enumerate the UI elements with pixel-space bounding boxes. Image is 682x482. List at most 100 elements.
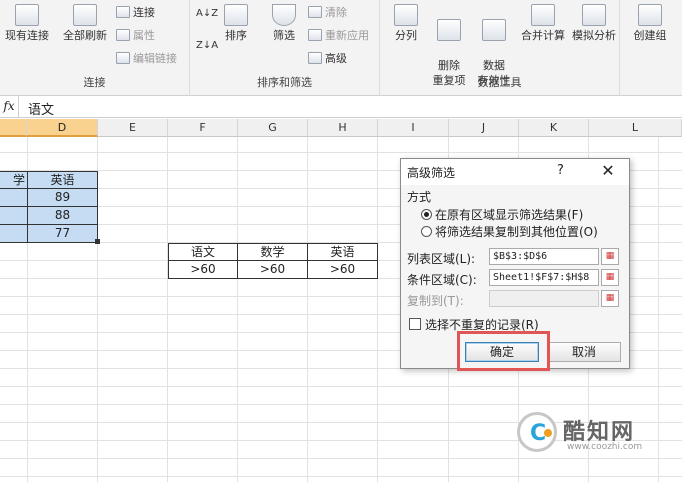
criteria-range-picker-icon[interactable]: ▦: [601, 269, 619, 286]
sort-filter-group: A↓Z Z↓A 排序 筛选 清除 重新应用 高级 排序和筛选: [190, 0, 380, 96]
sort-icon: [224, 4, 248, 26]
consolidate-button[interactable]: 合并计算: [518, 4, 568, 43]
table-cell[interactable]: [0, 207, 28, 225]
refresh-all-button[interactable]: 全部刷新: [58, 4, 112, 43]
radio-filter-in-place-label[interactable]: 在原有区域显示筛选结果(F): [435, 206, 583, 223]
copy-to-input[interactable]: [489, 290, 599, 307]
column-header-f[interactable]: F: [168, 119, 238, 137]
criteria-header-cell[interactable]: 数学: [238, 243, 308, 261]
reapply-button[interactable]: 重新应用: [308, 27, 369, 43]
fill-handle[interactable]: [95, 239, 100, 244]
grid-line: [0, 458, 682, 459]
criteria-range-input[interactable]: Sheet1!$F$7:$H$8: [489, 269, 599, 286]
existing-connections-button[interactable]: 现有连接: [0, 4, 54, 43]
ok-button[interactable]: 确定: [465, 342, 539, 362]
close-icon[interactable]: ✕: [597, 161, 619, 180]
list-range-picker-icon[interactable]: ▦: [601, 248, 619, 265]
formula-bar: fx 语文: [0, 96, 682, 118]
sort-desc-icon: Z↓A: [196, 40, 219, 51]
table-cell[interactable]: [0, 189, 28, 207]
sort-asc-icon: A↓Z: [196, 8, 219, 19]
grid-line: [0, 404, 682, 405]
advanced-filter-button[interactable]: 高级: [308, 50, 347, 66]
dialog-title: 高级筛选: [407, 166, 456, 180]
create-group-button[interactable]: 创建组: [626, 4, 674, 43]
column-header-j[interactable]: J: [449, 119, 519, 137]
grid-line: [0, 386, 682, 387]
watermark: C 酷知网 www.coozhi.com: [515, 410, 655, 458]
connections-group-label: 连接: [83, 76, 106, 89]
text-to-columns-button[interactable]: 分列: [386, 4, 426, 43]
data-tools-group-label: 数据工具: [477, 76, 522, 89]
existing-connections-icon: [15, 4, 39, 26]
sort-asc-button[interactable]: A↓Z: [196, 8, 218, 19]
outline-group: 创建组: [620, 0, 682, 96]
watermark-logo-icon: C: [517, 412, 557, 452]
connections-group: 现有连接 全部刷新 连接 属性 编辑链接 连接: [0, 0, 190, 96]
text-to-columns-icon: [394, 4, 418, 26]
watermark-url: www.coozhi.com: [567, 442, 643, 452]
ribbon: 现有连接 全部刷新 连接 属性 编辑链接 连接 A↓Z Z↓A 排序 筛选 清除…: [0, 0, 682, 96]
dialog-title-bar[interactable]: 高级筛选 ? ✕: [401, 159, 629, 185]
fx-icon[interactable]: fx: [0, 99, 18, 113]
column-header-g[interactable]: G: [238, 119, 308, 137]
column-header-partial[interactable]: [0, 119, 27, 137]
column-header-l[interactable]: L: [589, 119, 682, 137]
column-header-k[interactable]: K: [519, 119, 589, 137]
data-tools-group: 分列 删除 重复项 数据 有效性 合并计算 模拟分析 数据工具: [380, 0, 620, 96]
column-header-h[interactable]: H: [308, 119, 378, 137]
clear-filter-icon: [308, 6, 322, 18]
advanced-filter-icon: [308, 52, 322, 64]
help-icon[interactable]: ?: [557, 163, 564, 178]
copy-to-label: 复制到(T):: [407, 294, 464, 308]
properties-icon: [116, 29, 130, 41]
sort-filter-group-label: 排序和筛选: [257, 76, 312, 89]
column-header-e[interactable]: E: [98, 119, 168, 137]
unique-records-label[interactable]: 选择不重复的记录(R): [425, 316, 539, 333]
table-header-cell[interactable]: 英语: [28, 171, 98, 189]
table-cell[interactable]: 89: [28, 189, 98, 207]
edit-links-button[interactable]: 编辑链接: [116, 50, 177, 66]
clear-filter-button[interactable]: 清除: [308, 4, 347, 20]
data-validation-icon: [482, 19, 506, 41]
unique-records-checkbox[interactable]: [409, 318, 421, 330]
remove-duplicates-icon: [437, 19, 461, 41]
table-header-cell[interactable]: 学: [0, 171, 28, 189]
radio-filter-in-place[interactable]: [421, 209, 432, 220]
advanced-filter-dialog: 高级筛选 ? ✕ 方式 在原有区域显示筛选结果(F) 将筛选结果复制到其他位置(…: [400, 158, 630, 369]
what-if-analysis-button[interactable]: 模拟分析: [568, 4, 620, 43]
table-cell[interactable]: [0, 225, 28, 243]
radio-copy-to-location-label[interactable]: 将筛选结果复制到其他位置(O): [435, 223, 598, 240]
criteria-value-cell[interactable]: >60: [168, 261, 238, 279]
consolidate-icon: [531, 4, 555, 26]
reapply-icon: [308, 29, 322, 41]
what-if-icon: [582, 4, 606, 26]
grid-line: [0, 476, 682, 477]
grid-line: [0, 152, 682, 153]
list-range-label: 列表区域(L):: [407, 252, 476, 266]
list-range-input[interactable]: $B$3:$D$6: [489, 248, 599, 265]
column-header-i[interactable]: I: [378, 119, 449, 137]
refresh-icon: [73, 4, 97, 26]
formula-input[interactable]: 语文: [28, 99, 54, 118]
radio-copy-to-location[interactable]: [421, 226, 432, 237]
connections-button[interactable]: 连接: [116, 4, 155, 20]
criteria-header-cell[interactable]: 语文: [168, 243, 238, 261]
cancel-button[interactable]: 取消: [547, 342, 621, 362]
link-icon: [116, 52, 130, 64]
properties-button[interactable]: 属性: [116, 27, 155, 43]
filter-button[interactable]: 筛选: [264, 4, 304, 43]
filter-funnel-icon: [272, 4, 296, 26]
sort-desc-button[interactable]: Z↓A: [196, 40, 218, 51]
criteria-value-cell[interactable]: >60: [308, 261, 378, 279]
table-cell[interactable]: 77: [28, 225, 98, 243]
table-cell[interactable]: 88: [28, 207, 98, 225]
connections-icon: [116, 6, 130, 18]
method-label: 方式: [407, 190, 432, 204]
criteria-header-cell[interactable]: 英语: [308, 243, 378, 261]
sort-button[interactable]: 排序: [218, 4, 254, 43]
criteria-value-cell[interactable]: >60: [238, 261, 308, 279]
copy-to-picker-icon[interactable]: ▦: [601, 290, 619, 307]
group-icon: [638, 4, 662, 26]
column-header-d[interactable]: D: [27, 119, 98, 137]
